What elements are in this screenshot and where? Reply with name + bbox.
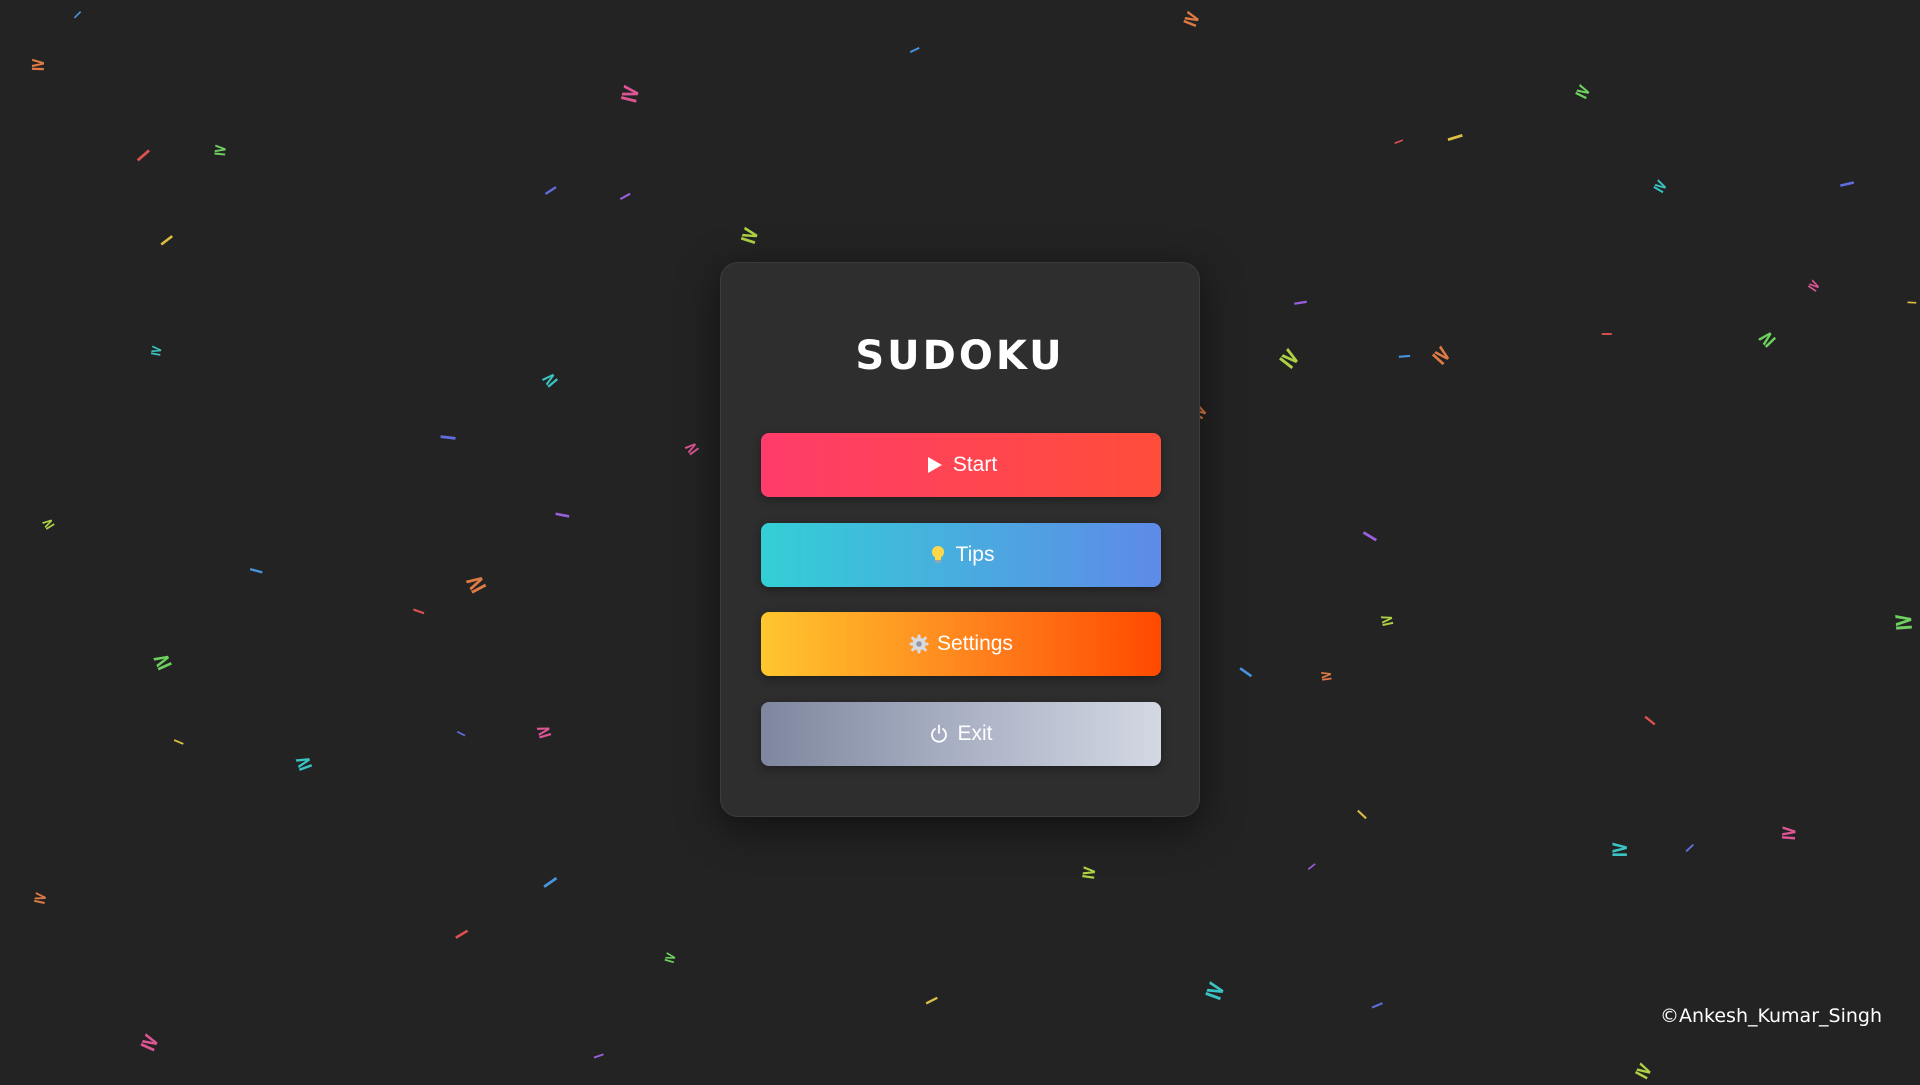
background-math-symbol: ≥ [1751,323,1782,353]
background-math-symbol: − [1230,657,1261,689]
background-math-symbol: ≥ [37,512,59,535]
background-math-symbol: ≥ [533,718,555,744]
background-math-symbol: − [1354,518,1386,554]
background-math-symbol: ≥ [1179,3,1205,33]
settings-button-label: Settings [937,632,1013,655]
start-button[interactable]: Start [761,433,1161,497]
background-math-symbol: − [68,5,88,25]
background-math-symbol: − [1835,170,1859,199]
background-math-symbol: − [245,556,268,584]
background-math-symbol: − [447,919,477,951]
background-math-symbol: − [533,864,567,900]
background-math-symbol: ≥ [135,1026,164,1058]
background-math-symbol: ≥ [1079,860,1099,885]
background-math-symbol: − [1636,705,1665,735]
gear-icon [909,634,929,654]
background-math-symbol: ≥ [661,946,679,968]
background-math-symbol: ≥ [291,747,317,777]
background-math-symbol: ≥ [1571,77,1596,105]
background-math-symbol: ≥ [1318,665,1334,685]
power-icon [929,724,949,744]
background-math-symbol: − [152,225,182,257]
background-math-symbol: ≥ [1804,274,1825,297]
background-math-symbol: ≥ [148,340,165,360]
background-math-symbol: ≥ [1892,605,1915,636]
background-math-symbol: ≥ [1273,339,1308,376]
background-math-symbol: ≥ [1200,972,1231,1007]
background-math-symbol: − [613,183,637,210]
background-math-symbol: ≥ [616,75,645,110]
background-math-symbol: − [408,599,430,624]
game-title: SUDOKU [855,333,1065,379]
background-math-symbol: ≥ [29,52,47,76]
background-math-symbol: ≥ [536,365,563,393]
background-math-symbol: ≥ [1426,339,1458,372]
background-math-symbol: − [1366,992,1389,1019]
play-icon [925,455,945,475]
settings-button[interactable]: Settings [761,612,1161,676]
background-math-symbol: − [169,730,189,753]
background-math-symbol: ≥ [1377,608,1397,632]
background-math-symbol: − [1599,323,1614,344]
background-math-symbol: ≥ [1649,173,1672,199]
background-math-symbol: − [550,501,574,530]
background-math-symbol: − [904,38,925,61]
background-math-symbol: − [436,421,460,453]
background-math-symbol: ≥ [1610,836,1630,862]
exit-button-label: Exit [957,722,993,745]
background-math-symbol: − [1290,288,1311,316]
background-math-symbol: ≥ [148,645,177,677]
background-math-symbol: − [1905,294,1919,312]
background-math-symbol: − [536,175,564,205]
background-math-symbol: ≥ [31,886,50,910]
background-math-symbol: − [1441,120,1469,154]
background-math-symbol: − [918,985,945,1015]
main-menu-card: SUDOKU Start Tips Settings Exit [720,262,1200,817]
background-math-symbol: − [589,1044,608,1067]
background-math-symbol: − [1677,836,1701,860]
background-math-symbol: ≥ [1779,819,1799,845]
background-math-symbol: − [1396,345,1413,368]
copyright-text: ©Ankesh_Kumar_Singh [1660,1005,1882,1027]
background-math-symbol: − [1349,801,1375,828]
background-math-symbol: ≥ [459,564,492,601]
background-math-symbol: ≥ [736,219,763,251]
background-math-symbol: − [1302,857,1322,877]
background-math-symbol: ≥ [680,435,704,461]
background-math-symbol: − [1390,132,1408,152]
lightbulb-icon [928,545,948,565]
tips-button-label: Tips [955,543,995,566]
tips-button[interactable]: Tips [761,523,1161,587]
start-button-label: Start [952,453,998,476]
background-math-symbol: − [452,724,470,744]
exit-button[interactable]: Exit [761,702,1161,766]
background-math-symbol: − [126,137,160,173]
background-math-symbol: ≥ [212,139,229,161]
